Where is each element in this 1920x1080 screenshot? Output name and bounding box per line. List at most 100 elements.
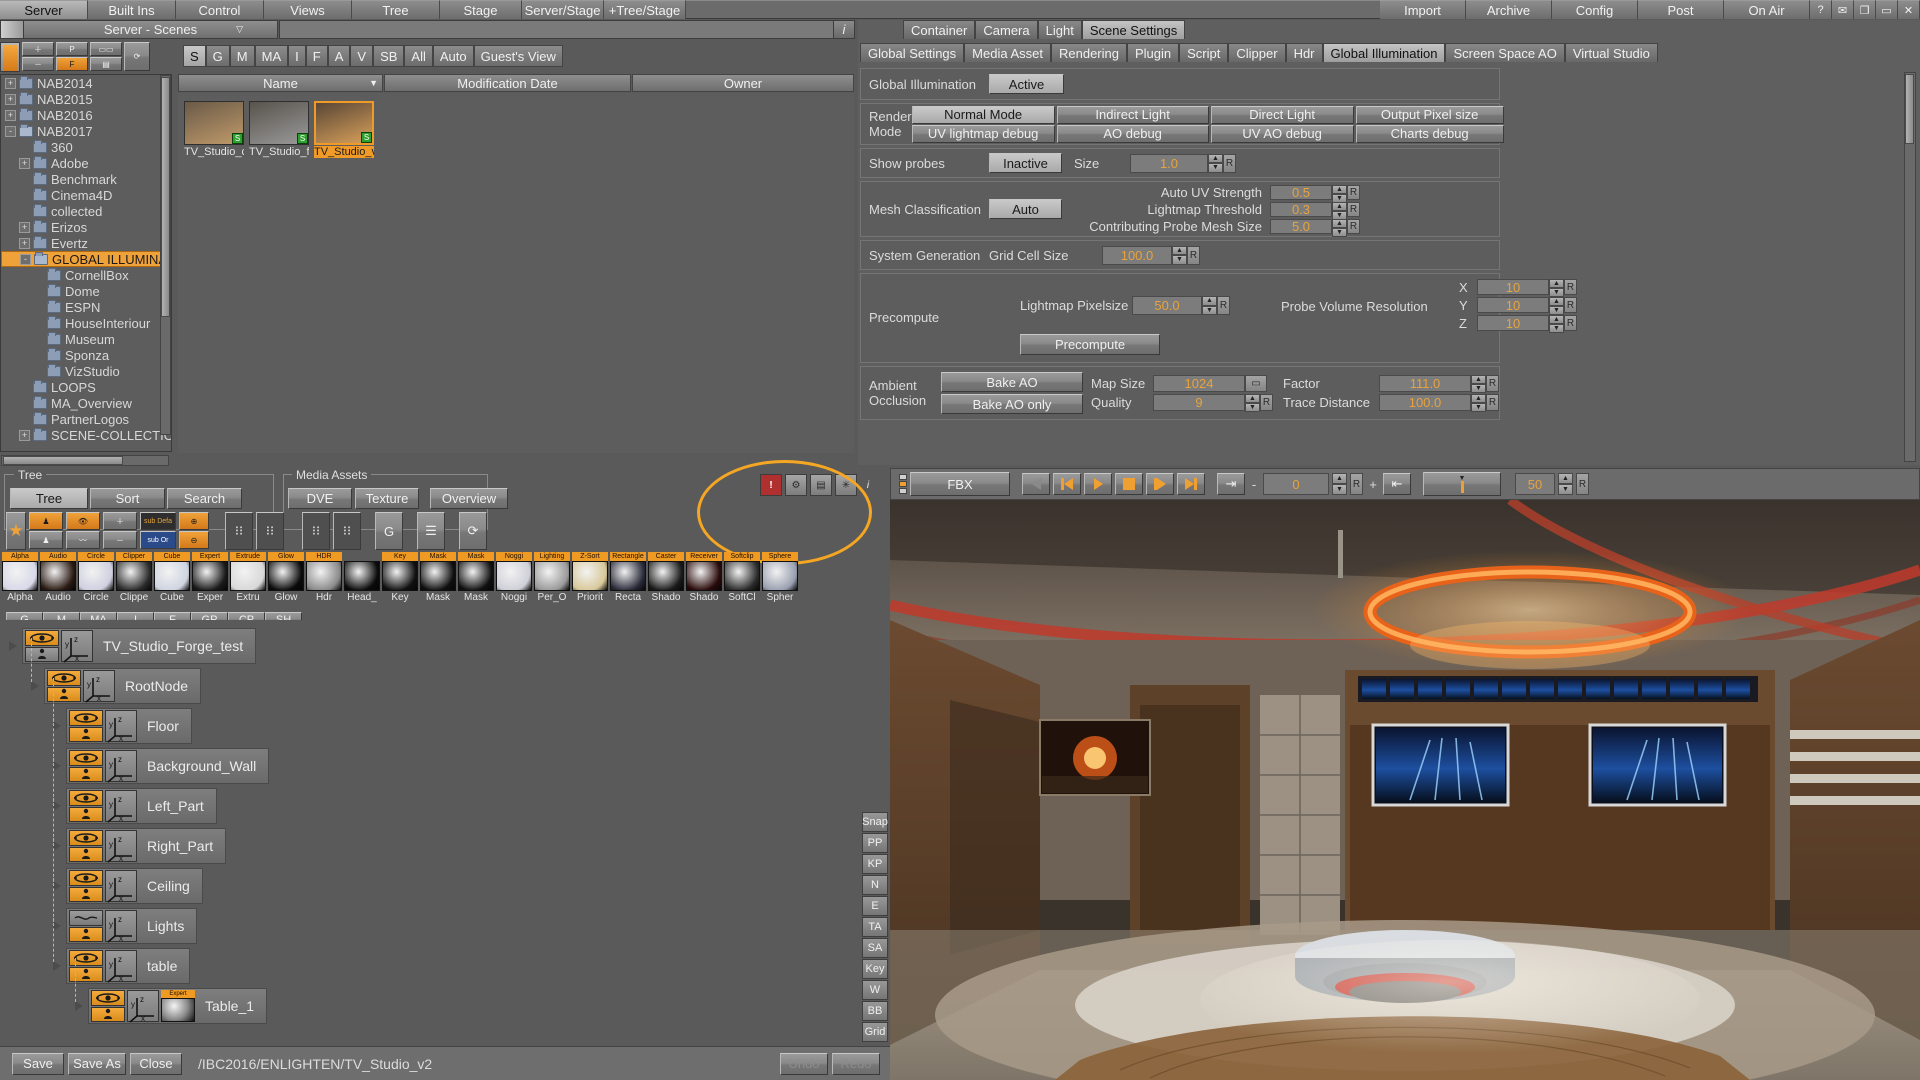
sub-default-button[interactable]: sub Defa — [140, 512, 176, 530]
node-collapse-arrow-icon[interactable] — [53, 921, 61, 931]
scene-graph-node[interactable]: z y x Left_Part — [66, 788, 217, 824]
settings-tab-clipper[interactable]: Clipper — [1228, 43, 1286, 62]
stepper-trace-distance[interactable]: ▲ ▼ — [1471, 394, 1486, 412]
node-material-icon[interactable]: Expert — [161, 990, 195, 1022]
frame-reset-button[interactable]: R — [1350, 473, 1363, 495]
fbx-format-button[interactable]: FBX — [910, 472, 1010, 496]
plugin-tile[interactable]: Glow Glow — [268, 552, 304, 603]
axis-gizmo-icon[interactable]: zyx — [105, 710, 137, 743]
tree-layout-icon-2[interactable]: ⁝⁝ — [256, 512, 284, 550]
ao-bake-ao-only[interactable]: Bake AO only — [941, 394, 1083, 414]
probe-resolution-stepper-y[interactable]: ▲ ▼ — [1549, 297, 1564, 315]
plugin-tile[interactable]: Lighting Per_O — [534, 552, 570, 603]
folder-tree-item[interactable]: VizStudio — [1, 363, 171, 379]
grid-cell-size-stepper[interactable]: ▲ ▼ — [1172, 245, 1187, 265]
lightmap-pixelsize-stepper[interactable]: ▲ ▼ — [1202, 296, 1217, 315]
stepper-factor[interactable]: ▲ ▼ — [1471, 375, 1486, 393]
container-active-icon[interactable] — [69, 766, 103, 782]
close-icon[interactable]: ✕ — [1898, 0, 1920, 19]
ao-bake-ao[interactable]: Bake AO — [941, 372, 1083, 392]
zoom-out-icon[interactable]: ⊖ — [179, 531, 209, 549]
probe-resolution-y[interactable]: 10 — [1477, 297, 1549, 313]
render-mode-ao-debug[interactable]: AO debug — [1056, 124, 1209, 143]
stepper-quality[interactable]: ▲ ▼ — [1245, 394, 1260, 412]
node-visibility-icons[interactable] — [69, 710, 103, 742]
tree-button-tree[interactable]: Tree — [10, 488, 88, 509]
expand-icon[interactable]: + — [19, 157, 30, 169]
window-icon[interactable]: ❐ — [1854, 0, 1876, 19]
plugin-tile[interactable]: Extrude Extru — [230, 552, 266, 603]
folder-tree-item[interactable]: + NAB2015 — [1, 91, 171, 107]
menu-item-server[interactable]: Server — [0, 0, 88, 19]
scene-filter-v[interactable]: V — [350, 45, 374, 67]
container-active-icon[interactable] — [69, 926, 103, 942]
expand-icon[interactable]: + — [19, 237, 30, 249]
node-collapse-arrow-icon[interactable] — [9, 641, 17, 651]
scene-graph-node[interactable]: z y x Right_Part — [66, 828, 227, 864]
scene-graph-node[interactable]: z y x Lights — [66, 908, 198, 944]
render-mode-uv-ao-debug[interactable]: UV AO debug — [1210, 124, 1354, 143]
node-visibility-icons[interactable] — [91, 990, 125, 1022]
eye-open-icon[interactable] — [69, 710, 103, 726]
container-active-icon[interactable] — [69, 886, 103, 902]
close-button[interactable]: Close — [130, 1052, 182, 1075]
plugin-tile[interactable]: Sphere Spher — [762, 552, 798, 603]
folder-tree-item[interactable]: + Erizos — [1, 219, 171, 235]
show-container-icon[interactable]: ♟ — [29, 512, 63, 530]
menu-item-built-ins[interactable]: Built Ins — [88, 0, 176, 19]
settings-tab-rendering[interactable]: Rendering — [1051, 43, 1127, 62]
properties-vscrollbar[interactable] — [1904, 72, 1916, 462]
settings-tab-global-illumination[interactable]: Global Illumination — [1322, 43, 1446, 62]
object-tab-container[interactable]: Container — [903, 20, 976, 39]
scene-filter-a[interactable]: A — [327, 45, 351, 67]
menu-item-post[interactable]: Post — [1638, 0, 1724, 19]
server-scenes-dropdown[interactable]: Server - Scenes ▽ — [23, 20, 278, 39]
folder-tree-item[interactable]: + NAB2016 — [1, 107, 171, 123]
menu-item-config[interactable]: Config — [1552, 0, 1638, 19]
viewport-strip-ta[interactable]: TA — [862, 917, 888, 937]
refresh-icon[interactable]: ⟳ — [124, 42, 150, 71]
zoom-stepper[interactable]: ▲ ▼ — [1558, 473, 1573, 495]
reset-lightmap-threshold[interactable]: R — [1347, 201, 1360, 217]
reset-contributing-probe-mesh-size[interactable]: R — [1347, 218, 1360, 234]
menu-item-tree[interactable]: Tree — [352, 0, 440, 19]
stepper-lightmap-threshold[interactable]: ▲ ▼ — [1332, 201, 1347, 220]
value-trace-distance[interactable]: 100.0 — [1379, 394, 1471, 411]
settings-tab-media-asset[interactable]: Media Asset — [964, 43, 1051, 62]
global-illumination-toggle[interactable]: Active — [989, 74, 1064, 94]
probe-size-reset-button[interactable]: R — [1223, 153, 1236, 173]
folder-tree-item[interactable]: collected — [1, 203, 171, 219]
settings-tab-script[interactable]: Script — [1179, 43, 1229, 62]
media-layout-icon-1[interactable]: ⁝⁝ — [302, 512, 330, 550]
plugin-tile[interactable]: Z-Sort Priorit — [572, 552, 608, 603]
tree-vscrollbar[interactable] — [160, 75, 171, 435]
scene-graph-node[interactable]: z y x TV_Studio_Forge_test — [22, 628, 257, 664]
save-button[interactable]: Save — [12, 1052, 64, 1075]
menu-item-on-air[interactable]: On Air — [1724, 0, 1810, 19]
viewport-strip-pp[interactable]: PP — [862, 833, 888, 853]
node-visibility-icons[interactable] — [69, 910, 103, 942]
detail-view-button[interactable]: ▤ — [90, 57, 122, 71]
scene-thumbnail[interactable]: S TV_Studio_c — [184, 101, 244, 158]
viewport-strip-bb[interactable]: BB — [862, 1001, 888, 1021]
tree-button-sort[interactable]: Sort — [90, 488, 165, 509]
set-out-button[interactable]: ⇤ — [1383, 473, 1411, 495]
scene-filter-i[interactable]: I — [288, 45, 306, 67]
reset-factor[interactable]: R — [1486, 375, 1499, 392]
folder-tree-item[interactable]: Sponza — [1, 347, 171, 363]
reset-auto-uv-strength[interactable]: R — [1347, 184, 1360, 200]
eye-open-icon[interactable] — [91, 990, 125, 1006]
media-asset-button-overview[interactable]: Overview — [430, 488, 508, 509]
map-size-dropdown-icon[interactable]: ▭ — [1245, 375, 1267, 392]
probe-resolution-reset-x[interactable]: R — [1564, 279, 1577, 295]
sync-icon[interactable]: ⟳ — [459, 512, 487, 550]
add-button[interactable]: ＋ — [22, 42, 54, 56]
folder-tree-item[interactable]: Cinema4D — [1, 187, 171, 203]
plugin-tile[interactable]: Cube Cube — [154, 552, 190, 603]
expand-icon[interactable]: + — [19, 221, 30, 233]
remove-button[interactable]: － — [22, 57, 54, 71]
eye-open-icon[interactable] — [69, 870, 103, 886]
star-toggle-button[interactable]: ★ — [6, 512, 26, 550]
plugin-tile[interactable]: Audio Audio — [40, 552, 76, 603]
scene-filter-guest-s-view[interactable]: Guest's View — [473, 45, 563, 67]
